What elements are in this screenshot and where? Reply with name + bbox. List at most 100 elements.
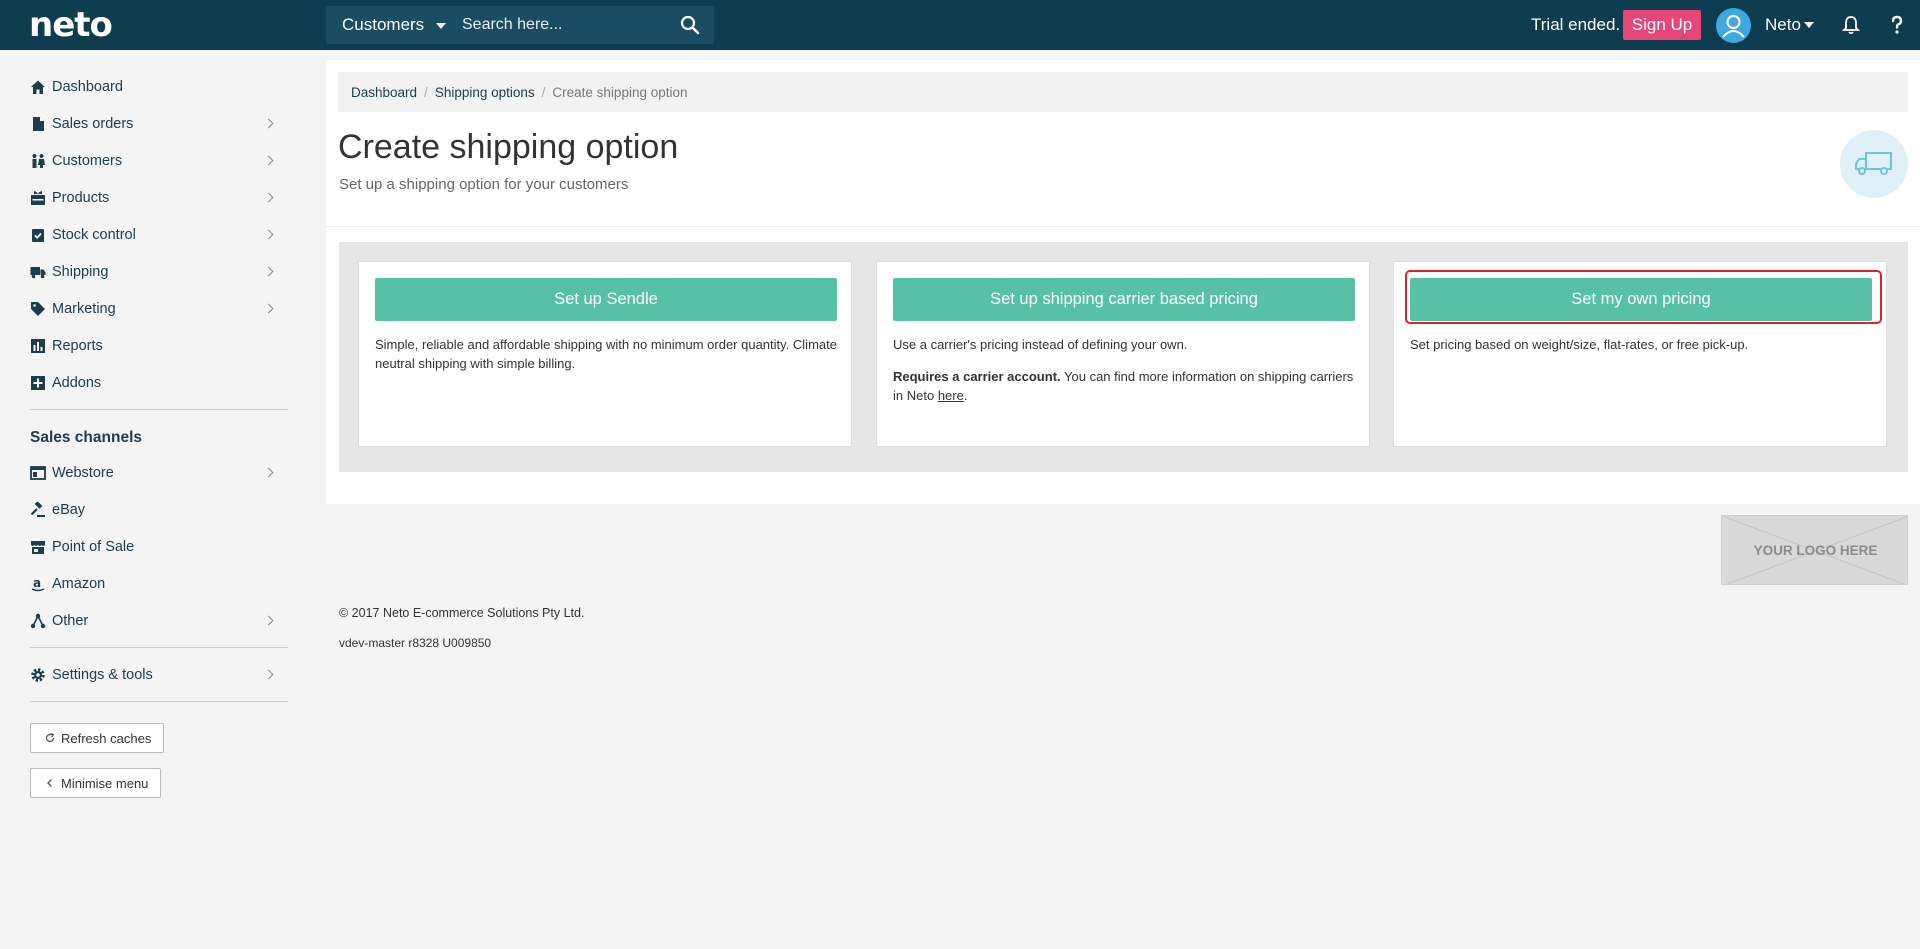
sidebar-item-label: Shipping bbox=[52, 264, 109, 280]
chevron-right-icon bbox=[263, 669, 274, 680]
sidebar-item-other[interactable]: Other bbox=[30, 606, 280, 636]
browser-icon bbox=[30, 466, 46, 480]
chevron-right-icon bbox=[263, 303, 274, 314]
sendle-text: Simple, reliable and affordable shipping… bbox=[375, 337, 837, 371]
sidebar-item-label: eBay bbox=[52, 502, 86, 518]
amazon-icon: a bbox=[31, 576, 45, 592]
carrier-text: Use a carrier's pricing instead of defin… bbox=[893, 337, 1188, 352]
sidebar-item-shipping[interactable]: Shipping bbox=[30, 257, 280, 287]
sidebar-item-label: Sales orders bbox=[52, 116, 134, 132]
breadcrumb-shipping-options[interactable]: Shipping options bbox=[435, 85, 535, 100]
bar-chart-icon bbox=[31, 339, 45, 353]
caret-down-icon[interactable] bbox=[1804, 22, 1814, 28]
breadcrumb-separator: / bbox=[541, 84, 546, 100]
sidebar-item-webstore[interactable]: Webstore bbox=[30, 458, 280, 488]
own-pricing-text: Set pricing based on weight/size, flat-r… bbox=[1410, 337, 1749, 352]
clipboard-check-icon bbox=[32, 229, 44, 242]
sales-channels-heading: Sales channels bbox=[30, 429, 143, 446]
chevron-right-icon bbox=[263, 266, 274, 277]
minimise-menu-label: Minimise menu bbox=[61, 775, 149, 791]
header-divider bbox=[326, 226, 1920, 227]
sidebar-item-label: Settings & tools bbox=[52, 667, 153, 683]
sidebar-item-point-of-sale[interactable]: Point of Sale bbox=[30, 532, 280, 562]
store-icon bbox=[31, 541, 45, 554]
truck-icon bbox=[30, 267, 46, 279]
sidebar-item-settings-tools[interactable]: Settings & tools bbox=[30, 660, 280, 690]
sidebar-divider bbox=[30, 647, 288, 648]
sidebar-item-marketing[interactable]: Marketing bbox=[30, 294, 280, 324]
carrier-pricing-card: Set up shipping carrier based pricing Us… bbox=[876, 261, 1370, 447]
minimise-menu-button[interactable]: Minimise menu bbox=[30, 768, 162, 798]
chevron-right-icon bbox=[263, 229, 274, 240]
chevron-right-icon bbox=[263, 118, 274, 129]
help-icon[interactable] bbox=[1888, 15, 1906, 35]
sidebar-item-label: Marketing bbox=[52, 301, 116, 317]
sidebar-item-label: Products bbox=[52, 190, 110, 206]
sidebar-item-ebay[interactable]: eBay bbox=[30, 495, 280, 525]
sidebar-item-dashboard[interactable]: Dashboard bbox=[30, 72, 280, 102]
neto-logo[interactable]: neto bbox=[29, 8, 113, 42]
chevron-right-icon bbox=[263, 155, 274, 166]
carrier-info-end: . bbox=[963, 388, 968, 403]
page-title: Create shipping option bbox=[338, 128, 679, 166]
sendle-card: Set up Sendle Simple, reliable and affor… bbox=[358, 261, 852, 447]
search-input[interactable] bbox=[462, 12, 662, 38]
breadcrumb-separator: / bbox=[424, 84, 428, 100]
chevron-left-icon bbox=[47, 779, 52, 787]
carrier-info-link[interactable]: here bbox=[938, 388, 964, 403]
breadcrumb-dashboard[interactable]: Dashboard bbox=[351, 85, 417, 100]
sidebar-item-products[interactable]: Products bbox=[30, 183, 280, 213]
breadcrumb: Dashboard / Shipping options / Create sh… bbox=[338, 72, 1908, 112]
carrier-requirement-bold: Requires a carrier account. bbox=[893, 369, 1061, 384]
sidebar-divider bbox=[30, 409, 288, 410]
refresh-icon bbox=[45, 733, 55, 743]
sidebar-item-addons[interactable]: Addons bbox=[30, 368, 280, 398]
sign-up-button[interactable]: Sign Up bbox=[1623, 10, 1701, 40]
truck-icon bbox=[1855, 152, 1892, 175]
sidebar: Dashboard Sales orders Customers Product… bbox=[0, 50, 310, 949]
network-icon bbox=[30, 613, 46, 629]
user-menu[interactable]: Neto bbox=[1765, 15, 1801, 35]
chevron-right-icon bbox=[263, 192, 274, 203]
plus-square-icon bbox=[31, 376, 45, 390]
sidebar-item-label: Customers bbox=[52, 153, 123, 169]
people-icon bbox=[32, 154, 45, 168]
sidebar-item-label: Point of Sale bbox=[52, 539, 135, 555]
sidebar-item-label: Dashboard bbox=[52, 79, 123, 95]
svg-text:a: a bbox=[33, 576, 41, 590]
logo-placeholder-text: YOUR LOGO HERE bbox=[1753, 543, 1878, 558]
sidebar-item-amazon[interactable]: a Amazon bbox=[30, 569, 280, 599]
set-up-sendle-button[interactable]: Set up Sendle bbox=[375, 278, 837, 321]
refresh-caches-label: Refresh caches bbox=[61, 730, 152, 746]
set-up-carrier-pricing-button[interactable]: Set up shipping carrier based pricing bbox=[893, 278, 1355, 321]
carrier-requirement: Requires a carrier account. You can find… bbox=[893, 367, 1355, 405]
gift-icon bbox=[31, 191, 45, 205]
breadcrumb-current: Create shipping option bbox=[552, 84, 688, 100]
search-scope-dropdown[interactable]: Customers bbox=[342, 6, 424, 44]
own-pricing-description: Set pricing based on weight/size, flat-r… bbox=[1410, 335, 1872, 367]
logo-placeholder: YOUR LOGO HERE bbox=[1721, 515, 1908, 585]
sidebar-item-sales-orders[interactable]: Sales orders bbox=[30, 109, 280, 139]
avatar[interactable] bbox=[1716, 8, 1751, 43]
global-search: Customers bbox=[326, 6, 714, 44]
page-subtitle: Set up a shipping option for your custom… bbox=[339, 176, 629, 193]
gear-icon bbox=[31, 668, 45, 682]
bell-icon[interactable] bbox=[1842, 15, 1860, 35]
version-text: vdev-master r8328 U009850 bbox=[339, 636, 492, 650]
sidebar-item-label: Webstore bbox=[52, 465, 114, 481]
sidebar-item-stock-control[interactable]: Stock control bbox=[30, 220, 280, 250]
trial-status: Trial ended. bbox=[1531, 15, 1621, 34]
sidebar-item-label: Addons bbox=[52, 375, 102, 391]
carrier-pricing-description: Use a carrier's pricing instead of defin… bbox=[893, 335, 1355, 418]
refresh-caches-button[interactable]: Refresh caches bbox=[30, 723, 165, 753]
sendle-description: Simple, reliable and affordable shipping… bbox=[375, 335, 837, 386]
sidebar-item-reports[interactable]: Reports bbox=[30, 331, 280, 361]
sidebar-item-customers[interactable]: Customers bbox=[30, 146, 280, 176]
search-icon[interactable] bbox=[680, 15, 700, 35]
gavel-icon bbox=[30, 502, 45, 517]
caret-down-icon[interactable] bbox=[436, 23, 446, 29]
chevron-right-icon bbox=[263, 615, 274, 626]
sidebar-item-label: Stock control bbox=[52, 227, 136, 243]
chevron-right-icon bbox=[263, 467, 274, 478]
top-bar: neto Customers Trial ended. Sign Up Neto bbox=[0, 0, 1920, 50]
